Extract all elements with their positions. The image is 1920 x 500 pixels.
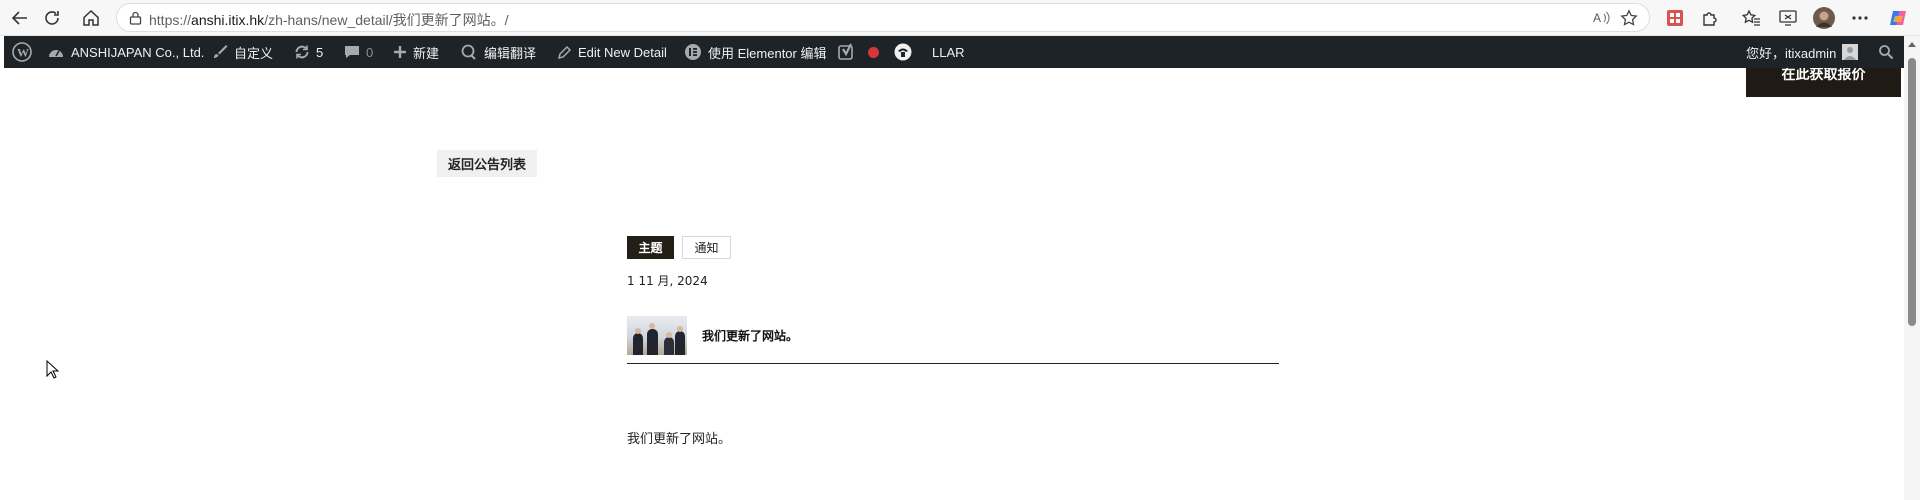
address-bar[interactable]: https://anshi.itix.hk/zh-hans/new_detail… xyxy=(116,3,1650,32)
updates-link[interactable]: 5 xyxy=(294,36,323,68)
extension-red-icon[interactable] xyxy=(1662,5,1688,31)
llar-label: LLAR xyxy=(932,44,965,60)
tag-notice[interactable]: 通知 xyxy=(682,236,731,259)
copilot-icon[interactable] xyxy=(1885,5,1911,31)
home-icon[interactable] xyxy=(78,5,104,31)
page-content xyxy=(4,68,1904,500)
url-text: https://anshi.itix.hk/zh-hans/new_detail… xyxy=(149,12,509,28)
post-body-text: 我们更新了网站。 xyxy=(627,432,732,447)
comment-icon xyxy=(345,46,359,58)
elementor-label: 使用 Elementor 编辑 xyxy=(708,45,827,61)
profile-avatar[interactable] xyxy=(1811,5,1837,31)
post-date: 1 11 月, 2024 xyxy=(627,274,708,288)
dashboard-icon xyxy=(49,50,63,57)
title-divider xyxy=(627,363,1279,364)
scroll-up-arrow-icon[interactable] xyxy=(1908,42,1916,47)
site-name-label: ANSHIJAPAN Co., Ltd. xyxy=(71,44,205,60)
seo-status-dot xyxy=(868,46,879,58)
new-content-menu[interactable]: 新建 xyxy=(393,36,439,68)
edit-post-label: Edit New Detail xyxy=(578,44,667,60)
my-account-menu[interactable]: 您好，itixadmin xyxy=(1746,36,1859,68)
post-title[interactable]: 我们更新了网站。 xyxy=(702,327,798,344)
pencil-icon xyxy=(557,45,572,59)
edit-translation-link[interactable]: 编辑翻译 xyxy=(460,36,536,68)
admin-search-icon[interactable] xyxy=(1878,36,1900,68)
extensions-puzzle-icon[interactable] xyxy=(1697,5,1723,31)
brush-icon xyxy=(214,45,228,58)
llar-menu[interactable]: LLAR xyxy=(894,36,965,68)
llar-icon xyxy=(894,43,912,61)
tag-topic[interactable]: 主题 xyxy=(627,236,674,259)
user-avatar-icon xyxy=(1842,44,1859,60)
greeting-label: 您好，itixadmin xyxy=(1746,45,1837,61)
updates-icon xyxy=(295,45,309,59)
more-icon[interactable] xyxy=(1847,5,1873,31)
yoast-icon xyxy=(838,43,853,60)
browser-toolbar: https://anshi.itix.hk/zh-hans/new_detail… xyxy=(0,0,1920,36)
mouse-cursor-icon xyxy=(46,360,60,379)
plus-icon xyxy=(394,46,406,58)
refresh-icon[interactable] xyxy=(39,5,65,31)
translate-icon xyxy=(461,44,476,60)
wordpress-logo-icon[interactable]: W xyxy=(12,36,38,68)
edit-translation-label: 编辑翻译 xyxy=(484,45,537,61)
customize-link[interactable]: 自定义 xyxy=(212,36,273,68)
page-scrollbar[interactable] xyxy=(1904,36,1920,500)
svg-text:A: A xyxy=(1593,11,1601,25)
wp-admin-bar: W ANSHIJAPAN Co., Ltd. 自定义 5 0 新建 编辑翻译 E… xyxy=(4,36,1904,68)
scroll-thumb[interactable] xyxy=(1908,58,1916,326)
screen-icon[interactable] xyxy=(1775,5,1801,31)
lock-icon[interactable] xyxy=(129,11,142,30)
favorites-icon[interactable] xyxy=(1738,5,1764,31)
yoast-seo-menu[interactable] xyxy=(838,36,879,68)
svg-text:W: W xyxy=(17,46,29,60)
post-thumbnail-image xyxy=(627,316,687,355)
back-to-list-button[interactable]: 返回公告列表 xyxy=(437,150,537,177)
customize-label: 自定义 xyxy=(234,45,274,61)
site-name-menu[interactable]: ANSHIJAPAN Co., Ltd. xyxy=(47,36,204,68)
elementor-edit-link[interactable]: 使用 Elementor 编辑 xyxy=(684,36,826,68)
favorite-star-icon[interactable] xyxy=(1620,9,1638,32)
get-quote-button[interactable]: 在此获取报价 xyxy=(1746,68,1901,97)
elementor-icon xyxy=(685,44,701,60)
read-aloud-icon[interactable]: A xyxy=(1593,10,1611,31)
comments-link[interactable]: 0 xyxy=(344,36,373,68)
comments-count: 0 xyxy=(366,44,374,60)
back-icon[interactable] xyxy=(7,5,33,31)
edit-post-link[interactable]: Edit New Detail xyxy=(557,36,667,68)
new-label: 新建 xyxy=(413,45,440,61)
updates-count: 5 xyxy=(316,44,324,60)
